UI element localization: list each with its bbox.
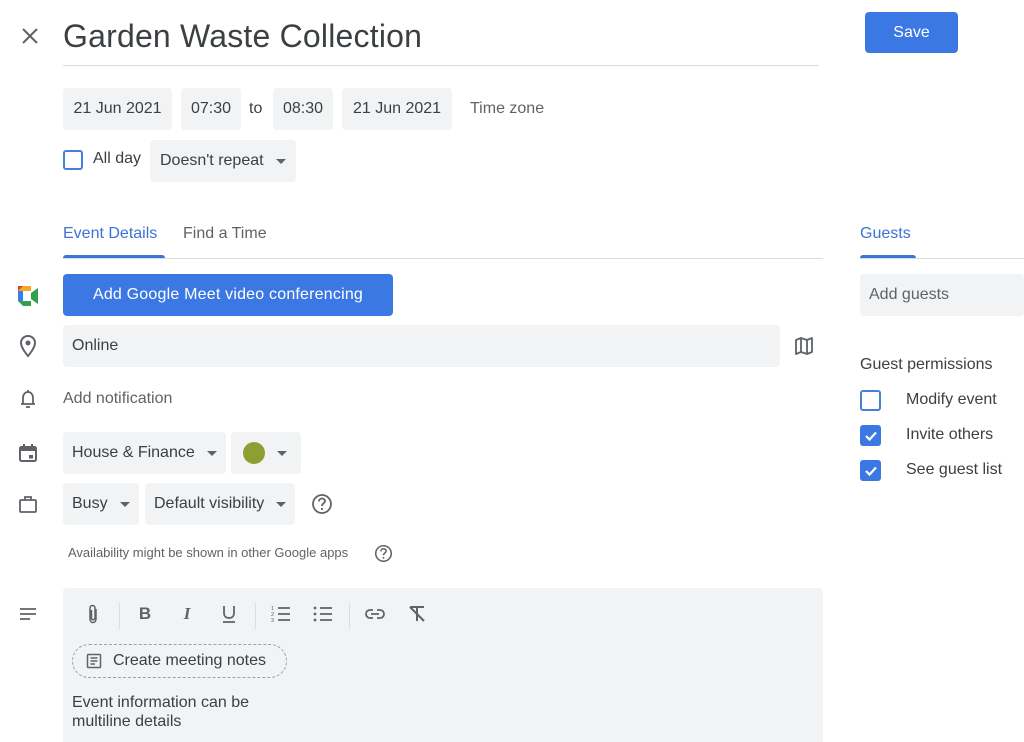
invite-others-label[interactable]: Invite others: [906, 426, 993, 444]
repeat-dropdown[interactable]: Doesn't repeat: [150, 140, 296, 182]
link-icon[interactable]: [362, 601, 388, 627]
description-icon: [16, 602, 40, 626]
calendar-icon: [16, 441, 40, 465]
google-meet-icon: [16, 284, 40, 308]
help-icon[interactable]: [373, 543, 393, 563]
italic-icon[interactable]: I: [174, 601, 200, 627]
map-icon[interactable]: [792, 334, 816, 358]
caret-down-icon: [119, 501, 130, 507]
briefcase-icon: [16, 492, 40, 516]
modify-event-label[interactable]: Modify event: [906, 391, 997, 409]
tabs-divider: [63, 258, 823, 259]
calendar-dropdown[interactable]: House & Finance: [63, 432, 226, 474]
caret-down-icon: [206, 450, 217, 456]
all-day-checkbox[interactable]: [63, 150, 83, 170]
visibility-dropdown[interactable]: Default visibility: [145, 483, 296, 525]
guests-divider: [860, 258, 1024, 259]
add-notification-link[interactable]: Add notification: [63, 390, 172, 408]
caret-down-icon: [276, 501, 287, 507]
start-time-field[interactable]: 07:30: [181, 88, 241, 130]
toolbar-separator: [349, 603, 350, 629]
see-guest-list-label[interactable]: See guest list: [906, 461, 1002, 479]
toolbar-separator: [119, 603, 120, 629]
numbered-list-icon[interactable]: 123: [268, 601, 294, 627]
availability-value: Busy: [72, 495, 108, 512]
remove-formatting-icon[interactable]: [404, 601, 430, 627]
location-pin-icon: [16, 333, 40, 359]
svg-text:3: 3: [271, 618, 274, 624]
check-icon: [864, 431, 877, 441]
help-icon[interactable]: [310, 492, 334, 516]
tab-find-a-time[interactable]: Find a Time: [183, 225, 267, 243]
location-input[interactable]: Online: [63, 325, 780, 367]
caret-down-icon: [277, 450, 287, 456]
check-icon: [864, 466, 877, 476]
document-icon: [85, 652, 103, 670]
start-date-field[interactable]: 21 Jun 2021: [63, 88, 172, 130]
bell-icon: [16, 387, 40, 411]
modify-event-checkbox[interactable]: [860, 390, 881, 411]
bulleted-list-icon[interactable]: [310, 601, 336, 627]
description-line: Event information can be: [72, 694, 249, 711]
toolbar-separator: [255, 603, 256, 629]
time-zone-link[interactable]: Time zone: [470, 100, 544, 118]
repeat-value: Doesn't repeat: [160, 152, 264, 169]
to-label: to: [249, 100, 263, 117]
availability-dropdown[interactable]: Busy: [63, 483, 139, 525]
color-swatch: [243, 442, 265, 464]
event-title-input[interactable]: Garden Waste Collection: [63, 16, 819, 66]
end-date-field[interactable]: 21 Jun 2021: [342, 88, 452, 130]
add-google-meet-button[interactable]: Add Google Meet video conferencing: [63, 274, 393, 316]
tab-event-details[interactable]: Event Details: [63, 225, 157, 243]
invite-others-checkbox[interactable]: [860, 425, 881, 446]
see-guest-list-checkbox[interactable]: [860, 460, 881, 481]
caret-down-icon: [275, 158, 286, 164]
close-icon: [22, 28, 38, 44]
notes-button-label: Create meeting notes: [113, 652, 266, 669]
attachment-icon[interactable]: [80, 601, 106, 627]
event-color-dropdown[interactable]: [231, 432, 301, 474]
underline-icon[interactable]: [216, 601, 242, 627]
visibility-value: Default visibility: [154, 495, 265, 512]
close-button[interactable]: [16, 22, 44, 50]
add-guests-input[interactable]: Add guests: [860, 274, 1024, 316]
guest-permissions-title: Guest permissions: [860, 356, 993, 373]
bold-icon[interactable]: B: [132, 601, 158, 627]
all-day-label[interactable]: All day: [93, 150, 141, 168]
description-text[interactable]: Event information can be multiline detai…: [72, 693, 372, 731]
availability-note: Availability might be shown in other Goo…: [68, 545, 349, 560]
save-button[interactable]: Save: [865, 12, 958, 53]
description-line: multiline details: [72, 713, 182, 730]
tab-guests[interactable]: Guests: [860, 225, 911, 243]
create-meeting-notes-button[interactable]: Create meeting notes: [72, 644, 287, 678]
calendar-value: House & Finance: [72, 444, 195, 461]
end-time-field[interactable]: 08:30: [273, 88, 333, 130]
